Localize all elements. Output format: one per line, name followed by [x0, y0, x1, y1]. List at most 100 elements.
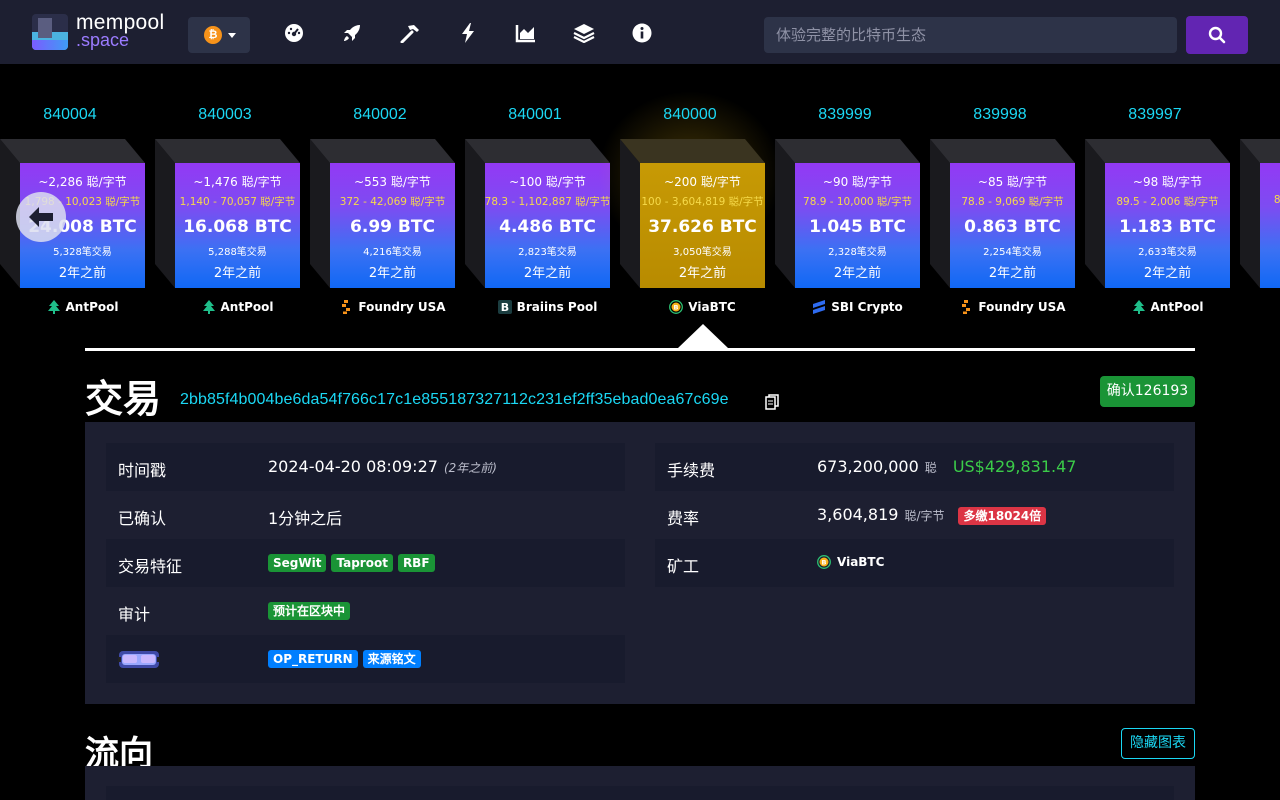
block[interactable]: 839999 ~90 聪/字节 78.9 - 10,000 聪/字节 1.045…	[775, 64, 920, 324]
block-median-fee: ~553 聪/字节	[354, 175, 431, 189]
selected-block-pointer	[678, 324, 728, 348]
block-pool[interactable]: B ViaBTC	[640, 300, 765, 314]
network-selector[interactable]: ₿	[188, 17, 250, 53]
search-input[interactable]	[764, 17, 1177, 53]
miner-name: ViaBTC	[837, 555, 885, 569]
search-icon	[1208, 26, 1226, 44]
block-pool[interactable]: Foundry USA	[950, 300, 1075, 314]
block-tx-count: 4,216笔交易	[363, 247, 422, 258]
block-height-link[interactable]: 840004	[0, 106, 140, 124]
blockchain-divider	[85, 348, 1195, 351]
block-time: 2年之前	[58, 266, 107, 281]
block-height-link[interactable]: 839999	[775, 106, 915, 124]
pool-name: SBI Crypto	[831, 300, 903, 314]
block[interactable]: 840001 ~100 聪/字节 78.3 - 1,102,887 聪/字节 4…	[465, 64, 610, 324]
block-median-fee: ~98 聪/字节	[1132, 175, 1203, 189]
txid-link[interactable]: 2bb85f4b004be6da54f766c17c1e855187327112…	[180, 391, 729, 409]
viabtc-icon: B	[817, 555, 831, 569]
inscription-source-badge[interactable]: 来源铭文	[362, 650, 421, 668]
block-height-link[interactable]: 840000	[620, 106, 760, 124]
block-height-link[interactable]: 840002	[310, 106, 450, 124]
overpaid-badge: 多缴18024倍	[958, 507, 1047, 525]
block-tx-count: 3,050笔交易	[673, 247, 732, 258]
about-info-icon[interactable]	[624, 18, 660, 48]
block-time: 2年之前	[368, 266, 417, 281]
op-return-badge[interactable]: OP_RETURN	[268, 650, 358, 668]
block-height-link[interactable]: 840003	[155, 106, 295, 124]
block-fee-range: 1,140 - 70,057 聪/字节	[179, 196, 296, 208]
lightning-icon[interactable]	[450, 18, 486, 48]
row-audit: 审计 预计在区块中	[106, 587, 625, 635]
row-timestamp: 时间戳 2024-04-20 08:09:27 (2年之前)	[106, 443, 625, 491]
tag-badges: OP_RETURN 来源铭文	[268, 650, 423, 668]
caret-down-icon	[228, 33, 236, 38]
dashboard-icon[interactable]	[276, 18, 312, 48]
miner-link[interactable]: B ViaBTC	[817, 555, 884, 569]
row-label: 审计	[118, 605, 151, 624]
block-height-link[interactable]: 839998	[930, 106, 1070, 124]
timestamp-relative: (2年之前)	[443, 461, 497, 475]
block-time: 2年之前	[988, 266, 1037, 281]
block-height-link[interactable]: 840001	[465, 106, 605, 124]
row-label: 手续费	[667, 461, 716, 480]
confirmations-badge: 确认126193	[1100, 376, 1195, 407]
mempool-logo[interactable]: mempool .space	[32, 11, 176, 52]
block-pool[interactable]: AntPool	[20, 300, 145, 314]
copy-icon[interactable]	[765, 394, 779, 410]
svg-text:B: B	[674, 304, 679, 312]
arrow-back-button[interactable]	[16, 192, 66, 242]
block-face[interactable]: ~98 聪/字节 89.5 - 2,006 聪/字节 1.183 BTC 2,6…	[1105, 163, 1230, 288]
flow-diagram-area	[106, 786, 1174, 800]
graphs-icon[interactable]	[508, 18, 544, 48]
block-face[interactable]: 87	[1260, 163, 1280, 288]
rocket-icon[interactable]	[334, 18, 370, 48]
segwit-badge[interactable]: SegWit	[268, 554, 327, 572]
block-total-btc: 16.068 BTC	[183, 217, 292, 237]
row-fee: 手续费 673,200,000 聪 US$429,831.47	[655, 443, 1174, 491]
block-pool[interactable]: AntPool	[1105, 300, 1230, 314]
foundry-icon	[962, 300, 971, 314]
block[interactable]: 840004 ~2,286 聪/字节 1,798 - 10,023 聪/字节 2…	[0, 64, 145, 324]
block-selected[interactable]: 840000 ~200 聪/字节 100 - 3,604,819 聪/字节 37…	[590, 64, 790, 324]
rbf-badge[interactable]: RBF	[397, 554, 435, 572]
block-pool[interactable]: B Braiins Pool	[485, 300, 610, 314]
block-cube-top	[620, 139, 765, 163]
block[interactable]: 839998 ~85 聪/字节 78.8 - 9,069 聪/字节 0.863 …	[930, 64, 1075, 324]
block-fee-range: 78.8 - 9,069 聪/字节	[961, 196, 1064, 208]
block-tx-count: 2,328笔交易	[828, 247, 887, 258]
audit-expected-badge[interactable]: 预计在区块中	[268, 602, 351, 620]
row-miner: 矿工 B ViaBTC	[655, 539, 1174, 587]
block-pool[interactable]: Foundry USA	[330, 300, 455, 314]
block-pool[interactable]: SBI Crypto	[795, 300, 920, 314]
fee-rate-unit: 聪/字节	[904, 509, 945, 523]
block-face[interactable]: ~90 聪/字节 78.9 - 10,000 聪/字节 1.045 BTC 2,…	[795, 163, 920, 288]
block-face[interactable]: ~553 聪/字节 372 - 42,069 聪/字节 6.99 BTC 4,2…	[330, 163, 455, 288]
docs-layers-icon[interactable]	[566, 18, 602, 48]
block-tx-count: 5,288笔交易	[208, 247, 267, 258]
block-face[interactable]: ~85 聪/字节 78.8 - 9,069 聪/字节 0.863 BTC 2,2…	[950, 163, 1075, 288]
block-face[interactable]: ~200 聪/字节 100 - 3,604,819 聪/字节 37.626 BT…	[640, 163, 765, 288]
block[interactable]: 840003 ~1,476 聪/字节 1,140 - 70,057 聪/字节 1…	[155, 64, 300, 324]
arrow-left-icon	[29, 207, 53, 227]
block-pool[interactable]	[1240, 300, 1280, 314]
antpool-icon	[47, 300, 60, 314]
block-face[interactable]: ~1,476 聪/字节 1,140 - 70,057 聪/字节 16.068 B…	[175, 163, 300, 288]
block-pool[interactable]: AntPool	[175, 300, 300, 314]
timestamp-value: 2024-04-20 08:09:27 (2年之前)	[268, 457, 497, 476]
block-median-fee: ~200 聪/字节	[664, 175, 741, 189]
row-label: 已确认	[118, 509, 167, 528]
hide-chart-button[interactable]: 隐藏图表	[1121, 728, 1195, 759]
mining-hammer-icon[interactable]	[392, 18, 428, 48]
sbi-crypto-icon	[813, 300, 826, 314]
page-title: 交易	[85, 377, 162, 421]
search-button[interactable]	[1186, 16, 1248, 54]
block-cube-top	[775, 139, 920, 163]
taproot-badge[interactable]: Taproot	[331, 554, 393, 572]
block-partial[interactable]: 87	[1240, 64, 1280, 324]
block[interactable]: 839997 ~98 聪/字节 89.5 - 2,006 聪/字节 1.183 …	[1085, 64, 1230, 324]
block-height-link[interactable]: 839997	[1085, 106, 1225, 124]
logo-mark-icon	[32, 14, 68, 50]
row-goggles: OP_RETURN 来源铭文	[106, 635, 625, 683]
blockchain-strip: 840004 ~2,286 聪/字节 1,798 - 10,023 聪/字节 2…	[0, 64, 1280, 354]
block[interactable]: 840002 ~553 聪/字节 372 - 42,069 聪/字节 6.99 …	[310, 64, 455, 324]
